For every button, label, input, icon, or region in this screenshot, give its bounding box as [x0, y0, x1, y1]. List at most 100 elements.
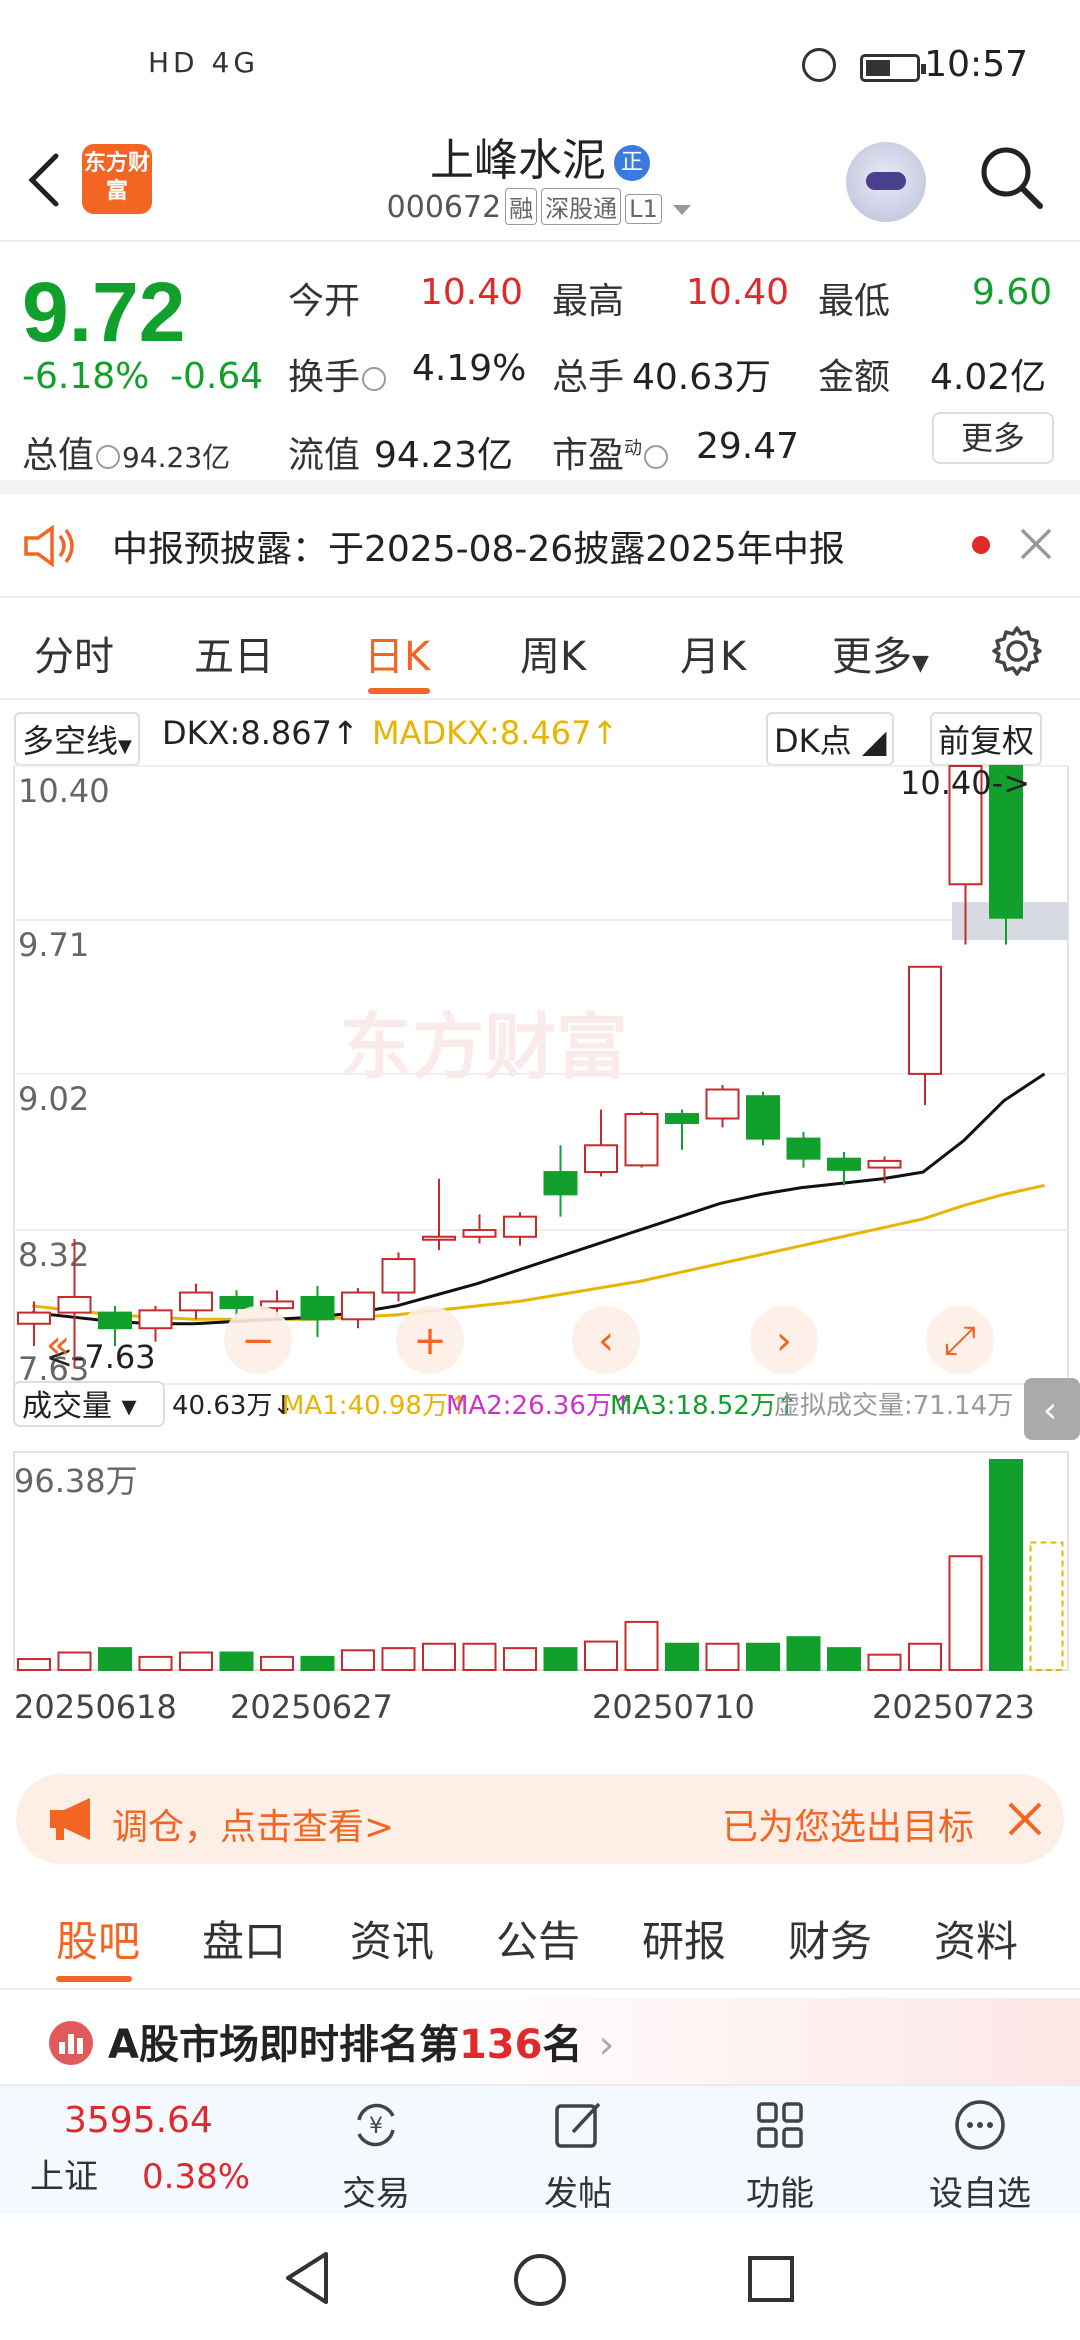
watermark-text: 东方财富 [340, 1005, 628, 1089]
search-icon[interactable] [978, 144, 1044, 210]
nav-functions[interactable]: 功能 [700, 2098, 860, 2215]
volume-max-label: 96.38万 [14, 1462, 138, 1500]
rank-row[interactable]: A股市场即时排名第136名 › [0, 1998, 1080, 2084]
info-icon[interactable] [96, 445, 121, 469]
low-value: 9.60 [972, 272, 1053, 313]
volume-bar [584, 1640, 618, 1671]
info-icon[interactable] [644, 445, 669, 469]
assistant-avatar-icon[interactable] [846, 142, 926, 222]
volume-bar [300, 1655, 335, 1671]
candle-body [300, 1295, 335, 1321]
high-value: 10.40 [686, 272, 790, 313]
tab-pankou[interactable]: 盘口 [202, 1908, 286, 1969]
pe-label-row[interactable]: 市盈动 [552, 426, 670, 478]
chevron-left-icon: ‹ [1043, 1390, 1057, 1431]
close-icon[interactable] [1006, 1800, 1044, 1838]
tab-weekly-k[interactable]: 周K [520, 624, 586, 682]
y-tick-label: 9.71 [18, 926, 89, 964]
tab-intraday[interactable]: 分时 [34, 624, 114, 682]
more-dots-icon [955, 2100, 1005, 2150]
system-nav-bar [0, 2214, 1080, 2340]
turnover-value: 4.19% [412, 348, 527, 389]
caret-down-icon: ▼ [912, 651, 929, 676]
tab-monthly-k[interactable]: 月K [680, 624, 746, 682]
adjust-button[interactable]: 前复权 [930, 712, 1043, 766]
info-icon[interactable] [362, 367, 387, 391]
volume-bar [462, 1642, 497, 1671]
rank-suffix: 名 [542, 2022, 583, 2068]
volume-bar [422, 1642, 456, 1671]
tab-research[interactable]: 研报 [642, 1908, 726, 1969]
y-tick-label: 8.32 [18, 1236, 89, 1274]
promo-banner[interactable]: 调仓，点击查看> 已为您选出目标 [16, 1774, 1064, 1864]
content-tabs: 股吧 盘口 资讯 公告 研报 财务 资料 [0, 1880, 1080, 1990]
battery-icon [860, 54, 926, 82]
recents-square-icon[interactable] [746, 2254, 796, 2304]
tab-five-day[interactable]: 五日 [194, 624, 274, 682]
nav-watchlist[interactable]: 设自选 [900, 2098, 1060, 2215]
indicator-selector[interactable]: 多空线▼ [14, 712, 140, 766]
nav-post[interactable]: 发帖 [498, 2098, 658, 2215]
turnover-label-row[interactable]: 换手 [288, 348, 388, 400]
open-label: 今开 [288, 281, 361, 322]
pe-label: 市盈 [552, 435, 625, 476]
rank-chart-icon [49, 2021, 93, 2065]
close-icon[interactable] [1018, 526, 1054, 562]
tab-news[interactable]: 资讯 [350, 1908, 434, 1969]
ma3-value: MA3:18.52万↑ [610, 1391, 798, 1421]
candle-body [503, 1215, 537, 1238]
index-ticker[interactable]: 3595.64 上证 0.38% [30, 2100, 270, 2198]
volume-bar [827, 1647, 861, 1671]
nav-trade[interactable]: ¥ 交易 [296, 2098, 456, 2215]
change-percent: -6.18% [22, 356, 150, 397]
settings-gear-icon[interactable] [990, 624, 1044, 678]
index-change: 0.38% [142, 2157, 251, 2197]
y-tick-label: 9.02 [18, 1080, 89, 1118]
tab-more[interactable]: 更多▼ [832, 624, 929, 682]
nav-watchlist-label: 设自选 [929, 2174, 1031, 2214]
nav-functions-label: 功能 [746, 2174, 814, 2214]
stock-header: 东方财富 上峰水泥正 000672 融深股通 L1 [0, 120, 1080, 242]
tab-daily-k[interactable]: 日K [364, 624, 430, 682]
candle-body [908, 965, 942, 1075]
home-circle-icon[interactable] [512, 2252, 568, 2308]
dropdown-icon[interactable] [671, 203, 693, 217]
current-price: 9.72 [22, 265, 186, 359]
tab-announcements[interactable]: 公告 [496, 1908, 580, 1969]
unread-dot [972, 536, 990, 554]
chart-svg[interactable]: 10.409.719.028.327.63东方财富10.40-><-7.63− +… [0, 762, 1080, 1752]
rank-text: A股市场即时排名第136名 › [108, 2012, 614, 2070]
back-triangle-icon[interactable] [282, 2250, 332, 2306]
dkx-text: DKX:8.867 [162, 714, 332, 752]
tab-finance[interactable]: 财务 [788, 1908, 872, 1969]
volume-bar [746, 1642, 780, 1671]
float-cap-label: 流值 [288, 435, 361, 476]
candle-body [462, 1229, 497, 1238]
candle-body [665, 1113, 699, 1124]
candle-body [624, 1113, 659, 1167]
more-fields-button[interactable]: 更多 [932, 412, 1054, 464]
notice-bar[interactable]: 中报预披露：于2025-08-26披露2025年中报 [0, 494, 1080, 598]
quote-panel: 9.72 -6.18% -0.64 总值 94.23亿 今开 10.40 最高 1… [0, 244, 1080, 494]
market-cap-row[interactable]: 总值 94.23亿 [22, 426, 230, 478]
volume-bar [138, 1655, 173, 1671]
tag-level: L1 [625, 194, 662, 224]
trade-icon: ¥ [357, 2103, 395, 2147]
candle-body [98, 1311, 132, 1330]
tab-profile[interactable]: 资料 [934, 1908, 1018, 1969]
y-tick-label: 10.40 [18, 772, 110, 810]
tab-guba[interactable]: 股吧 [56, 1908, 140, 1969]
float-cap-value: 94.23亿 [374, 435, 514, 476]
dk-point-selector[interactable]: DK点 ◢ [766, 712, 895, 766]
candle-body [381, 1258, 416, 1294]
candle-body [219, 1295, 254, 1310]
madkx-text: MADKX:8.467 [372, 714, 592, 752]
kline-chart[interactable]: 10.40 9.71 9.02 8.32 7.63 东方财富 10.40-> <-7.63− +… [0, 762, 1080, 1762]
virtual-volume: 虚拟成交量:71.14万 [774, 1391, 1013, 1421]
volume-bar [260, 1655, 294, 1671]
volume-bar [908, 1642, 942, 1671]
volume-selector: 成交量 ▾ [22, 1389, 137, 1424]
candle-body [543, 1171, 578, 1196]
volume-bar [503, 1647, 537, 1671]
candle-body [138, 1309, 173, 1330]
